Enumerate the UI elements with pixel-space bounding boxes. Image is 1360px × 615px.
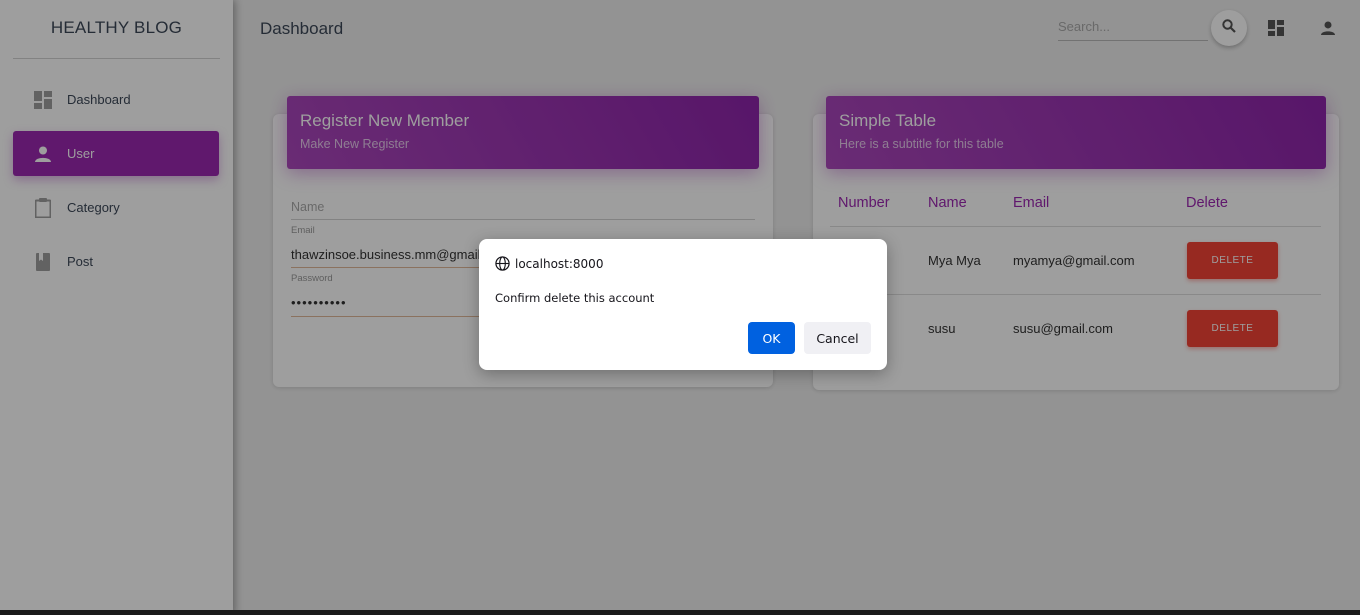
confirm-dialog: localhost:8000 Confirm delete this accou…	[479, 239, 887, 370]
dialog-origin: localhost:8000	[495, 256, 603, 271]
dialog-message: Confirm delete this account	[495, 291, 655, 305]
dialog-origin-text: localhost:8000	[515, 256, 604, 271]
globe-icon	[495, 256, 510, 271]
ok-button[interactable]: OK	[748, 322, 795, 354]
cancel-button[interactable]: Cancel	[804, 322, 871, 354]
